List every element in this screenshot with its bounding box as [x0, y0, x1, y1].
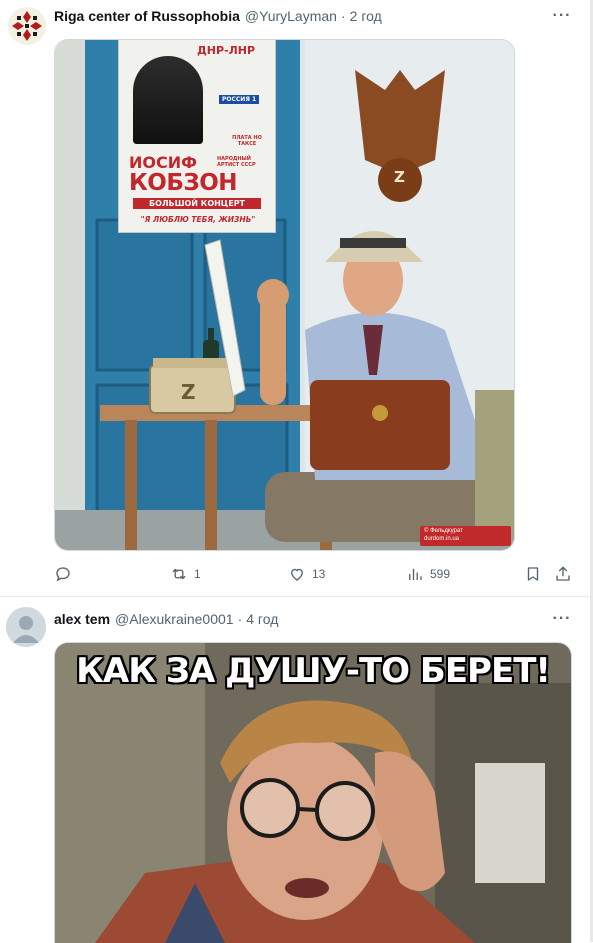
- separator-dot: ·: [340, 8, 346, 24]
- views-count: 599: [430, 567, 451, 581]
- bookmark-icon: [527, 567, 539, 581]
- views-chart-icon: [409, 568, 422, 580]
- repost-count: 1: [194, 567, 201, 581]
- post-2[interactable]: alex tem @Alexukraine0001 · 4 год ··· КА…: [0, 597, 593, 943]
- share-icon: [556, 566, 570, 581]
- more-options-icon[interactable]: ···: [553, 610, 571, 628]
- repost-icon: [172, 568, 186, 580]
- author-handle[interactable]: @Alexukraine0001: [115, 611, 234, 627]
- cassette-z-letter: Z: [181, 380, 196, 404]
- repost-button[interactable]: 1: [170, 564, 201, 584]
- embroidery-logo-icon: [8, 7, 46, 45]
- heart-icon: [291, 568, 303, 581]
- poster-price: ПЛАТА НО ТАКСЕ: [232, 135, 262, 147]
- author-avatar[interactable]: [6, 607, 46, 647]
- post-image[interactable]: ДНР-ЛНР РОССИЯ 1 ПЛАТА НО ТАКСЕ ИОСИФ НА…: [54, 39, 515, 551]
- default-user-icon: [6, 607, 46, 647]
- post-header: Riga center of Russophobia @YuryLayman ·…: [54, 6, 382, 26]
- poster-singer-photo: [133, 56, 203, 144]
- author-name[interactable]: alex tem: [54, 611, 110, 627]
- separator-dot: ·: [237, 611, 243, 627]
- reply-button[interactable]: [54, 564, 78, 584]
- concert-poster: ДНР-ЛНР РОССИЯ 1 ПЛАТА НО ТАКСЕ ИОСИФ НА…: [119, 40, 275, 232]
- poster-name-last: КОБЗОН: [129, 170, 238, 196]
- bookmark-button[interactable]: [524, 564, 542, 584]
- post-time[interactable]: 4 год: [246, 611, 278, 627]
- poster-artist-line: НАРОДНЫЙ АРТИСТ СССР: [217, 156, 256, 168]
- post-actions: 1 13 599: [54, 564, 573, 584]
- watermark-line-1: © Фельдкурат: [424, 528, 463, 534]
- author-handle[interactable]: @YuryLayman: [245, 8, 337, 24]
- post-image[interactable]: КАК ЗА ДУШУ-ТО БЕРЕТ!: [54, 642, 572, 943]
- author-avatar[interactable]: [8, 7, 46, 45]
- poster-title-top: ДНР-ЛНР: [197, 44, 256, 57]
- reply-icon: [56, 567, 70, 582]
- author-name[interactable]: Riga center of Russophobia: [54, 8, 240, 24]
- views-button[interactable]: 599: [406, 564, 450, 584]
- like-count: 13: [312, 567, 326, 581]
- like-button[interactable]: 13: [288, 564, 325, 584]
- meme-caption: КАК ЗА ДУШУ-ТО БЕРЕТ!: [76, 651, 551, 691]
- watermark: © Фельдкурат durdom.in.ua: [424, 527, 463, 543]
- poster-channel: РОССИЯ 1: [219, 95, 260, 104]
- share-button[interactable]: [554, 564, 572, 584]
- emblem-z-letter: Z: [394, 168, 405, 186]
- poster-concert: БОЛЬШОЙ КОНЦЕРТ: [133, 198, 261, 209]
- poster-song: "Я ЛЮБЛЮ ТЕБЯ, ЖИЗНЬ": [140, 215, 256, 224]
- post-time[interactable]: 2 год: [350, 8, 382, 24]
- post-1[interactable]: Riga center of Russophobia @YuryLayman ·…: [0, 0, 593, 596]
- watermark-line-2: durdom.in.ua: [424, 536, 460, 542]
- post-header: alex tem @Alexukraine0001 · 4 год: [54, 609, 278, 629]
- more-options-icon[interactable]: ···: [553, 7, 571, 25]
